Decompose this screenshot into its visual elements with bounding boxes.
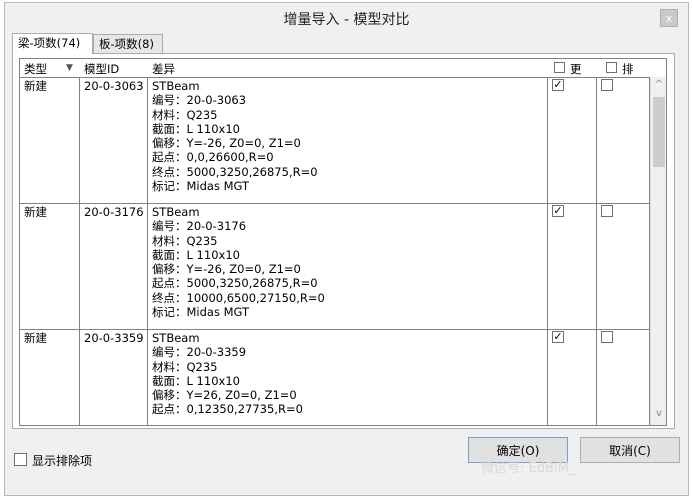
- diff-line: 编号：20-0-3359: [152, 345, 247, 360]
- tab-slab[interactable]: 板-项数(8): [93, 34, 163, 53]
- diff-line: STBeam: [152, 205, 200, 219]
- header-update-checkbox[interactable]: [554, 62, 565, 73]
- column-header-diff[interactable]: 差异: [152, 61, 175, 77]
- diff-line: 编号：20-0-3063: [152, 93, 247, 108]
- diff-line: STBeam: [152, 79, 200, 93]
- exclude-cell: [597, 203, 650, 329]
- comparison-grid: 类型 ▼ 模型ID 差异 更 排 新建 20-0-3063 STBeam 编号：20-…: [19, 58, 667, 426]
- row-exclude-checkbox[interactable]: [601, 205, 613, 217]
- window-title: 增量导入 - 模型对比: [283, 12, 410, 28]
- header-exclude-checkbox[interactable]: [606, 62, 617, 73]
- type-cell: 新建: [20, 203, 80, 329]
- row-model-id: 20-0-3063: [84, 79, 144, 93]
- diff-line: 偏移：Y=-26, Z0=0, Z1=0: [152, 136, 301, 151]
- update-cell: ✓: [548, 329, 597, 425]
- show-excluded-label: 显示排除项: [32, 454, 93, 468]
- diff-line: 标记：Midas MGT: [152, 305, 250, 320]
- type-cell: 新建: [20, 329, 80, 425]
- diff-cell: STBeam 编号：20-0-3063 材料：Q235 截面：L 110x10 偏移：Y…: [148, 77, 548, 203]
- diff-line: 截面：L 110x10: [152, 121, 240, 136]
- scroll-thumb[interactable]: [653, 97, 665, 167]
- table-row[interactable]: 新建 20-0-3359 STBeam 编号：20-0-3359 材料：Q235 截面：L…: [20, 329, 650, 425]
- diff-line: 材料：Q235: [152, 359, 218, 374]
- diff-line: 偏移：Y=-26, Z0=0, Z1=0: [152, 262, 301, 277]
- row-type: 新建: [24, 205, 47, 219]
- update-cell: ✓: [548, 77, 597, 203]
- row-diff-text: STBeam 编号：20-0-3176 材料：Q235 截面：L 110x10 偏移：Y…: [152, 205, 325, 319]
- vertical-scrollbar[interactable]: ^ v: [650, 77, 666, 425]
- show-excluded-checkbox[interactable]: [14, 453, 27, 466]
- watermark: 微信号: EdBIM_: [481, 461, 576, 476]
- row-exclude-checkbox[interactable]: [601, 331, 613, 343]
- diff-line: 材料：Q235: [152, 233, 218, 248]
- diff-line: 偏移：Y=26, Z0=0, Z1=0: [152, 388, 297, 403]
- diff-line: 截面：L 110x10: [152, 373, 240, 388]
- row-update-checkbox[interactable]: ✓: [552, 205, 564, 217]
- model-id-cell: 20-0-3359: [80, 329, 148, 425]
- column-header-exclude[interactable]: 排: [622, 61, 634, 77]
- diff-line: 编号：20-0-3176: [152, 219, 247, 234]
- scroll-up-icon[interactable]: ^: [651, 79, 666, 95]
- row-model-id: 20-0-3176: [84, 205, 144, 219]
- column-header-update[interactable]: 更: [570, 61, 582, 77]
- exclude-cell: [597, 77, 650, 203]
- diff-cell: STBeam 编号：20-0-3359 材料：Q235 截面：L 110x10 偏移：Y…: [148, 329, 548, 425]
- exclude-cell: [597, 329, 650, 425]
- diff-line: 终点：5000,3250,26875,R=0: [152, 164, 318, 179]
- diff-line: 终点：10000,6500,27150,R=0: [152, 290, 325, 305]
- diff-line: STBeam: [152, 331, 200, 345]
- diff-line: 标记：Midas MGT: [152, 179, 250, 194]
- update-cell: ✓: [548, 203, 597, 329]
- grid-header: 类型 ▼ 模型ID 差异 更 排: [20, 59, 666, 78]
- diff-line: 材料：Q235: [152, 107, 218, 122]
- scroll-down-icon[interactable]: v: [651, 408, 666, 424]
- type-cell: 新建: [20, 77, 80, 203]
- row-exclude-checkbox[interactable]: [601, 79, 613, 91]
- table-row[interactable]: 新建 20-0-3063 STBeam 编号：20-0-3063 材料：Q235 截面：L…: [20, 77, 650, 204]
- tab-beam[interactable]: 梁-项数(74): [12, 33, 93, 54]
- diff-cell: STBeam 编号：20-0-3176 材料：Q235 截面：L 110x10 偏移：Y…: [148, 203, 548, 329]
- cancel-button[interactable]: 取消(C): [580, 437, 680, 463]
- row-type: 新建: [24, 79, 47, 93]
- model-id-cell: 20-0-3063: [80, 77, 148, 203]
- table-row[interactable]: 新建 20-0-3176 STBeam 编号：20-0-3176 材料：Q235 截面：L…: [20, 203, 650, 330]
- row-type: 新建: [24, 331, 47, 345]
- diff-line: 起点：0,0,26600,R=0: [152, 150, 274, 165]
- row-update-checkbox[interactable]: ✓: [552, 331, 564, 343]
- column-header-model-id[interactable]: 模型ID: [84, 61, 119, 77]
- diff-line: 起点：5000,3250,26875,R=0: [152, 276, 318, 291]
- close-icon: x: [665, 12, 673, 25]
- column-header-type[interactable]: 类型: [24, 61, 47, 77]
- tab-panel: 类型 ▼ 模型ID 差异 更 排 新建 20-0-3063 STBeam 编号：20-…: [12, 53, 675, 429]
- row-diff-text: STBeam 编号：20-0-3359 材料：Q235 截面：L 110x10 偏移：Y…: [152, 331, 303, 417]
- row-model-id: 20-0-3359: [84, 331, 144, 345]
- sort-dropdown-icon[interactable]: ▼: [66, 63, 73, 73]
- diff-line: 起点：0,12350,27735,R=0: [152, 402, 303, 417]
- row-diff-text: STBeam 编号：20-0-3063 材料：Q235 截面：L 110x10 偏移：Y…: [152, 79, 318, 193]
- title-bar[interactable]: 增量导入 - 模型对比 x: [5, 3, 688, 33]
- row-update-checkbox[interactable]: ✓: [552, 79, 564, 91]
- diff-line: 截面：L 110x10: [152, 247, 240, 262]
- model-id-cell: 20-0-3176: [80, 203, 148, 329]
- close-button[interactable]: x: [660, 9, 678, 27]
